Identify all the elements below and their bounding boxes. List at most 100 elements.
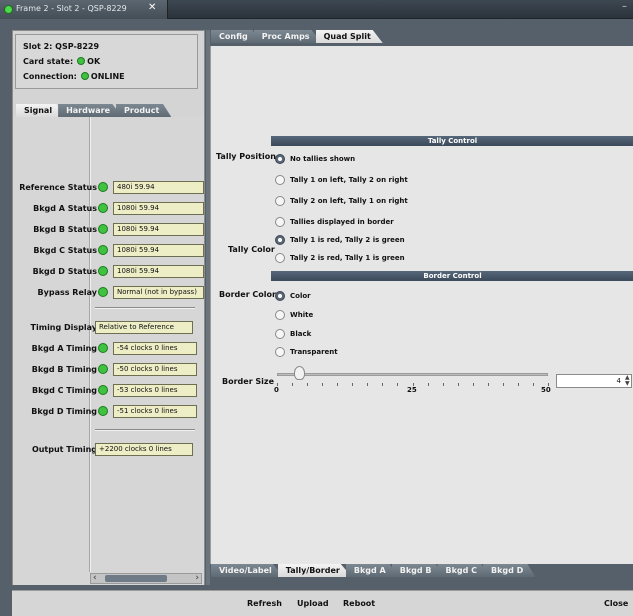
bypass-relay-field: Normal (not in bypass) <box>113 286 204 299</box>
tab-quad-split[interactable]: Quad Split <box>315 30 383 43</box>
border-color-label: Border Color <box>219 290 276 299</box>
connection-label: Connection: <box>23 72 77 81</box>
upload-button[interactable]: Upload <box>291 596 335 611</box>
minimize-icon[interactable]: – <box>622 1 627 12</box>
tab-tally-border[interactable]: Tally/Border <box>277 564 352 577</box>
slot-label: Slot 2: QSP-8229 <box>23 42 100 51</box>
quad-split-pane: Tally Control Tally Position No tallies … <box>210 46 633 564</box>
bkgd-c-timing-led-icon <box>98 385 108 395</box>
bkgd-a-status-led-icon <box>98 203 108 213</box>
slider-thumb[interactable] <box>293 366 305 380</box>
radio-selected-icon <box>275 235 285 245</box>
output-timing-label: Output Timing <box>31 445 97 454</box>
radio-tally1-left[interactable]: Tally 1 on left, Tally 2 on right <box>275 174 408 186</box>
tally-control-header: Tally Control <box>271 136 633 146</box>
slider-max-label: 50 <box>541 386 551 394</box>
bkgd-d-timing-label: Bkgd D Timing <box>31 407 97 416</box>
card-state-label: Card state: <box>23 57 74 66</box>
bkgd-a-status-field: 1080i 59.94 <box>113 202 204 215</box>
separator <box>95 429 195 431</box>
border-size-label: Border Size <box>222 377 275 386</box>
card-state: Card state: OK <box>23 57 100 66</box>
bkgd-b-status-label: Bkgd B Status <box>33 225 97 234</box>
tab-proc-amps[interactable]: Proc Amps <box>253 30 322 43</box>
slider-tick <box>442 383 444 386</box>
border-size-slider[interactable] <box>277 373 548 376</box>
radio-label: Tally 2 is red, Tally 1 is green <box>290 254 405 262</box>
tab-bkgd-d[interactable]: Bkgd D <box>483 564 536 577</box>
radio-border-color[interactable]: Color <box>275 290 311 302</box>
slider-tick <box>472 383 474 386</box>
radio-selected-icon <box>275 291 285 301</box>
bkgd-c-status-field: 1080i 59.94 <box>113 244 204 257</box>
radio-border-transparent[interactable]: Transparent <box>275 346 338 358</box>
radio-no-tallies[interactable]: No tallies shown <box>275 153 355 165</box>
refresh-button[interactable]: Refresh <box>241 596 288 611</box>
slider-min-label: 0 <box>274 386 279 394</box>
radio-tally1-red[interactable]: Tally 1 is red, Tally 2 is green <box>275 234 405 246</box>
radio-tallies-border[interactable]: Tallies displayed in border <box>275 216 394 228</box>
slider-tick <box>307 383 309 386</box>
tab-product[interactable]: Product <box>116 104 172 117</box>
bkgd-a-timing-field: -54 clocks 0 lines <box>113 342 197 355</box>
bkgd-a-status-label: Bkgd A Status <box>33 204 97 213</box>
radio-icon <box>275 175 285 185</box>
card-state-led-icon <box>77 57 86 65</box>
connection-value: ONLINE <box>90 72 125 81</box>
radio-tally2-left[interactable]: Tally 2 on left, Tally 1 on right <box>275 195 408 207</box>
separator <box>95 307 195 309</box>
radio-icon <box>275 329 285 339</box>
bkgd-c-status-label: Bkgd C Status <box>33 246 97 255</box>
radio-label: Tallies displayed in border <box>290 218 394 226</box>
tab-bkgd-a[interactable]: Bkgd A <box>345 564 398 577</box>
tally-color-label: Tally Color <box>228 245 275 254</box>
slider-tick <box>337 383 339 386</box>
bkgd-c-status-led-icon <box>98 245 108 255</box>
radio-icon <box>275 310 285 320</box>
radio-label: Transparent <box>290 348 338 356</box>
bkgd-d-status-label: Bkgd D Status <box>32 267 97 276</box>
slider-tick <box>322 383 324 386</box>
tab-config[interactable]: Config <box>211 30 260 43</box>
slider-tick <box>367 383 369 386</box>
tab-bkgd-c[interactable]: Bkgd C <box>437 564 490 577</box>
spinner-arrows-icon[interactable]: ▲ ▼ <box>625 375 630 387</box>
reference-status-field: 480i 59.94 <box>113 181 204 194</box>
bkgd-b-status-field: 1080i 59.94 <box>113 223 204 236</box>
close-button[interactable]: Close <box>598 596 633 611</box>
signal-pane: Reference Status 480i 59.94 Bkgd A Statu… <box>13 117 204 585</box>
scroll-left-icon[interactable]: ‹ <box>93 573 97 583</box>
horizontal-scrollbar[interactable]: ‹ › <box>90 573 202 584</box>
window-tab[interactable]: Frame 2 - Slot 2 - QSP-8229 ✕ <box>0 0 168 19</box>
radio-border-black[interactable]: Black <box>275 328 311 340</box>
tally-position-label: Tally Position <box>216 152 276 161</box>
slider-tick <box>457 383 459 386</box>
radio-icon <box>275 196 285 206</box>
radio-label: Tally 2 on left, Tally 1 on right <box>290 197 408 205</box>
tab-hardware[interactable]: Hardware <box>58 104 123 117</box>
radio-label: Color <box>290 292 311 300</box>
timing-display-field[interactable]: Relative to Reference <box>95 321 193 334</box>
radio-border-white[interactable]: White <box>275 309 313 321</box>
radio-label: Tally 1 is red, Tally 2 is green <box>290 236 405 244</box>
tab-bkgd-b[interactable]: Bkgd B <box>391 564 444 577</box>
reboot-button[interactable]: Reboot <box>337 596 381 611</box>
footer-bar: Refresh Upload Reboot Close <box>12 590 633 616</box>
card-info-box: Slot 2: QSP-8229 Card state: OK Connectio… <box>15 34 198 89</box>
close-tab-icon[interactable]: ✕ <box>148 2 156 13</box>
scroll-right-icon[interactable]: › <box>195 573 199 583</box>
left-tab-bar: Signal Hardware Product <box>16 104 172 117</box>
slider-tick <box>352 383 354 386</box>
bkgd-b-timing-field: -50 clocks 0 lines <box>113 363 197 376</box>
right-tab-bar: Config Proc Amps Quad Split <box>211 30 383 43</box>
scroll-thumb[interactable] <box>105 575 167 582</box>
slider-tick <box>397 383 399 386</box>
tab-video-label[interactable]: Video/Label <box>211 564 284 577</box>
radio-tally2-red[interactable]: Tally 2 is red, Tally 1 is green <box>275 252 405 264</box>
slider-tick <box>427 383 429 386</box>
bkgd-d-timing-field: -51 clocks 0 lines <box>113 405 197 418</box>
reference-status-led-icon <box>98 182 108 192</box>
radio-selected-icon <box>275 154 285 164</box>
border-size-input[interactable]: 4 <box>556 374 632 388</box>
tab-signal[interactable]: Signal <box>16 104 65 117</box>
